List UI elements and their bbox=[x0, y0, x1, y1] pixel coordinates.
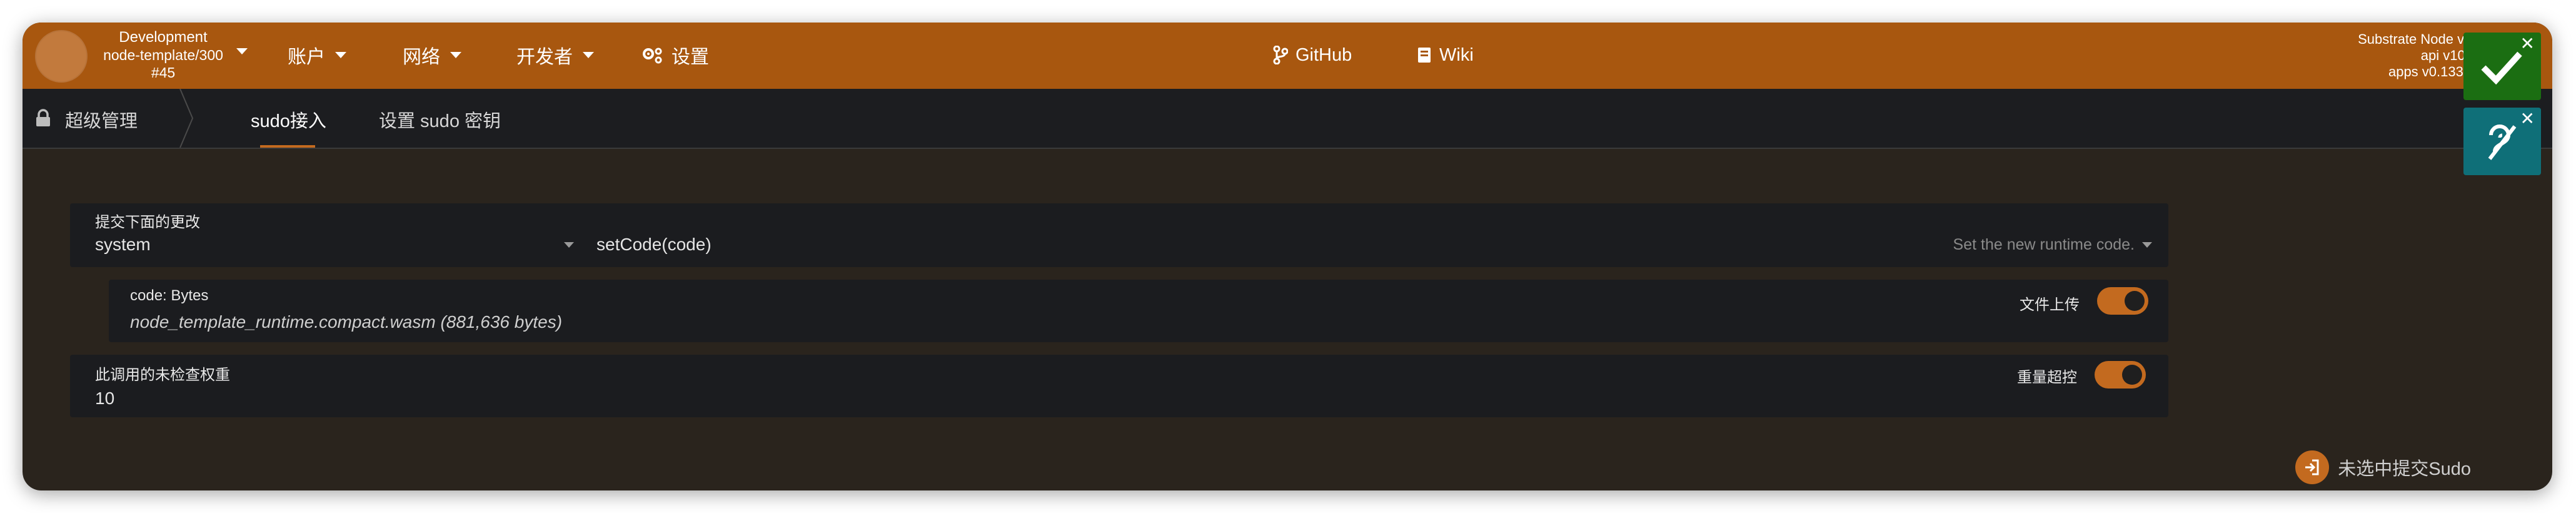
weight-override-label: 重量超控 bbox=[2017, 369, 2077, 386]
wiki-link[interactable]: Wiki bbox=[1417, 41, 1474, 69]
chevron-down-icon[interactable] bbox=[236, 48, 248, 54]
lock-icon bbox=[36, 109, 50, 126]
git-branch-icon bbox=[1273, 46, 1288, 64]
book-icon bbox=[1418, 48, 1431, 63]
sign-in-icon bbox=[2295, 450, 2330, 484]
github-label: GitHub bbox=[1296, 44, 1352, 65]
gear-icon bbox=[641, 46, 664, 64]
code-param: code: Bytes node_template_runtime.compac… bbox=[109, 280, 2168, 342]
sub-navigation: 超级管理 sudo接入 设置 sudo 密钥 bbox=[23, 89, 2552, 149]
menu-developer[interactable]: 开发者 bbox=[516, 41, 594, 69]
toggle-knob bbox=[2122, 365, 2142, 385]
weight-input[interactable]: 10 bbox=[95, 389, 114, 409]
app-window: Development node-template/300 #45 账户 网络 … bbox=[23, 23, 2552, 490]
wiki-label: Wiki bbox=[1439, 44, 1474, 65]
chain-name: Development bbox=[119, 29, 208, 46]
menu-network-label: 网络 bbox=[403, 47, 440, 68]
menu-settings-label: 设置 bbox=[672, 47, 709, 68]
toggle-knob bbox=[2125, 291, 2145, 311]
confirm-float-button[interactable]: ✕ bbox=[2463, 33, 2541, 100]
code-param-label: code: Bytes bbox=[130, 287, 209, 304]
chevron-down-icon bbox=[583, 52, 594, 58]
chain-selector[interactable]: Development node-template/300 #45 bbox=[98, 29, 229, 81]
github-link[interactable]: GitHub bbox=[1273, 41, 1352, 69]
pallet-value: system bbox=[95, 235, 151, 254]
chain-runtime: node-template/300 bbox=[103, 47, 223, 63]
chevron-down-icon bbox=[564, 242, 574, 248]
submit-sudo-label: 未选中提交Sudo bbox=[2338, 459, 2471, 479]
chevron-down-icon bbox=[2142, 242, 2152, 248]
menu-accounts[interactable]: 账户 bbox=[288, 41, 346, 69]
chevron-down-icon bbox=[450, 52, 461, 58]
weight-param: 此调用的未检查权重 10 重量超控 bbox=[70, 355, 2168, 417]
breadcrumb-separator bbox=[179, 89, 194, 148]
weight-label: 此调用的未检查权重 bbox=[95, 367, 230, 383]
top-bar: Development node-template/300 #45 账户 网络 … bbox=[23, 23, 2552, 89]
tab-set-sudo-key[interactable]: 设置 sudo 密钥 bbox=[379, 106, 501, 133]
close-icon[interactable]: ✕ bbox=[2520, 35, 2535, 53]
chain-logo[interactable] bbox=[35, 30, 88, 83]
method-value: setCode(code) bbox=[596, 235, 712, 254]
main-content: 提交下面的更改 system setCode(code) Set the new… bbox=[23, 148, 2552, 490]
file-upload-label: 文件上传 bbox=[2020, 297, 2080, 313]
file-upload-toggle[interactable] bbox=[2097, 287, 2148, 315]
weight-override-toggle[interactable] bbox=[2095, 361, 2146, 389]
tab-sudo-access[interactable]: sudo接入 bbox=[251, 106, 326, 133]
method-dropdown[interactable]: setCode(code) Set the new runtime code. bbox=[586, 203, 2168, 267]
code-file-value[interactable]: node_template_runtime.compact.wasm (881,… bbox=[130, 312, 562, 332]
menu-network[interactable]: 网络 bbox=[403, 41, 461, 69]
method-description: Set the new runtime code. bbox=[1953, 236, 2135, 253]
call-selector: 提交下面的更改 system setCode(code) Set the new… bbox=[70, 203, 2168, 267]
menu-developer-label: 开发者 bbox=[516, 47, 573, 68]
close-icon[interactable]: ✕ bbox=[2520, 110, 2535, 128]
section-title: 超级管理 bbox=[65, 111, 138, 131]
pallet-dropdown[interactable]: system bbox=[70, 203, 586, 267]
submit-sudo-button[interactable]: 未选中提交Sudo bbox=[2295, 450, 2471, 485]
accessibility-float-button[interactable]: ✕ bbox=[2463, 108, 2541, 175]
menu-settings[interactable]: 设置 bbox=[641, 41, 709, 69]
chain-block: #45 bbox=[151, 64, 176, 81]
menu-accounts-label: 账户 bbox=[288, 47, 325, 68]
chevron-down-icon bbox=[335, 52, 346, 58]
